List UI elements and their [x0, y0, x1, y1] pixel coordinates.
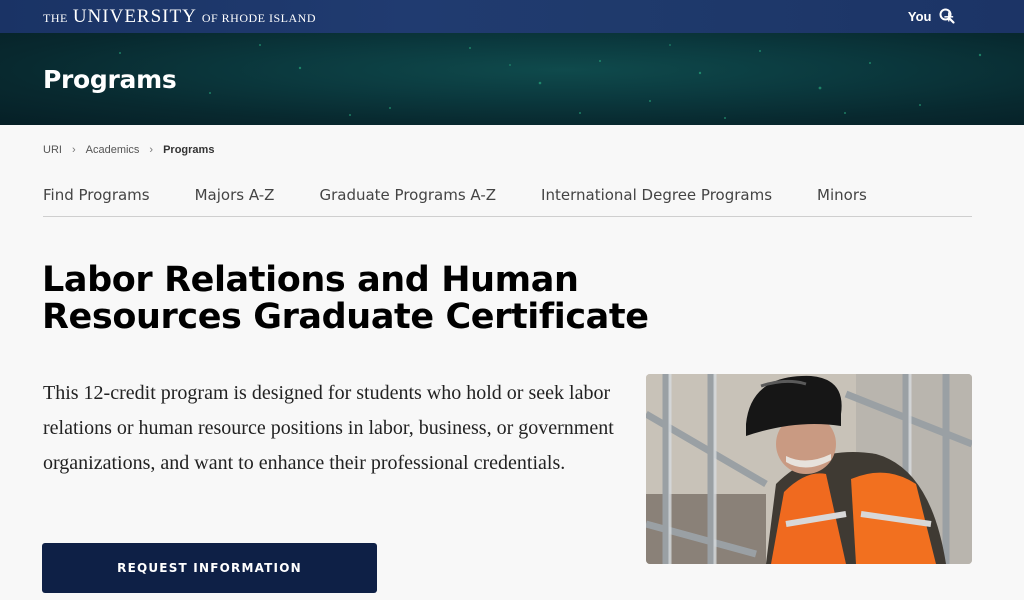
- breadcrumb-item-programs: Programs: [163, 144, 215, 156]
- subnav-majors-a-z[interactable]: Majors A-Z: [195, 186, 275, 216]
- request-information-button[interactable]: REQUEST INFORMATION: [42, 543, 377, 593]
- breadcrumb-item-academics[interactable]: Academics: [86, 144, 140, 156]
- subnav-international-degree-programs[interactable]: International Degree Programs: [541, 186, 772, 216]
- page-title: Labor Relations and Human Resources Grad…: [42, 260, 649, 337]
- you-menu-label[interactable]: You: [908, 9, 932, 24]
- breadcrumb: URI › Academics › Programs: [43, 144, 214, 156]
- search-icon[interactable]: [938, 7, 956, 25]
- top-bar: THE UNIVERSITY OF RHODE ISLAND You +: [0, 0, 1024, 33]
- logo-of-ri: OF RHODE ISLAND: [201, 11, 316, 25]
- logo-university: UNIVERSITY: [72, 6, 197, 27]
- chevron-right-icon: ›: [71, 144, 76, 156]
- programs-subnav: Find Programs Majors A-Z Graduate Progra…: [43, 186, 972, 217]
- logo-the: THE: [43, 11, 68, 25]
- program-photo: [646, 374, 972, 564]
- breadcrumb-item-uri[interactable]: URI: [43, 144, 62, 156]
- chevron-right-icon: ›: [149, 144, 154, 156]
- subnav-graduate-programs-a-z[interactable]: Graduate Programs A-Z: [319, 186, 496, 216]
- hero-banner: Programs: [0, 33, 1024, 125]
- subnav-minors[interactable]: Minors: [817, 186, 867, 216]
- hero-title: Programs: [43, 65, 177, 94]
- subnav-find-programs[interactable]: Find Programs: [43, 186, 150, 216]
- worker-photo-illustration: [646, 374, 972, 564]
- university-logo[interactable]: THE UNIVERSITY OF RHODE ISLAND: [43, 6, 316, 28]
- program-description: This 12-credit program is designed for s…: [43, 382, 614, 474]
